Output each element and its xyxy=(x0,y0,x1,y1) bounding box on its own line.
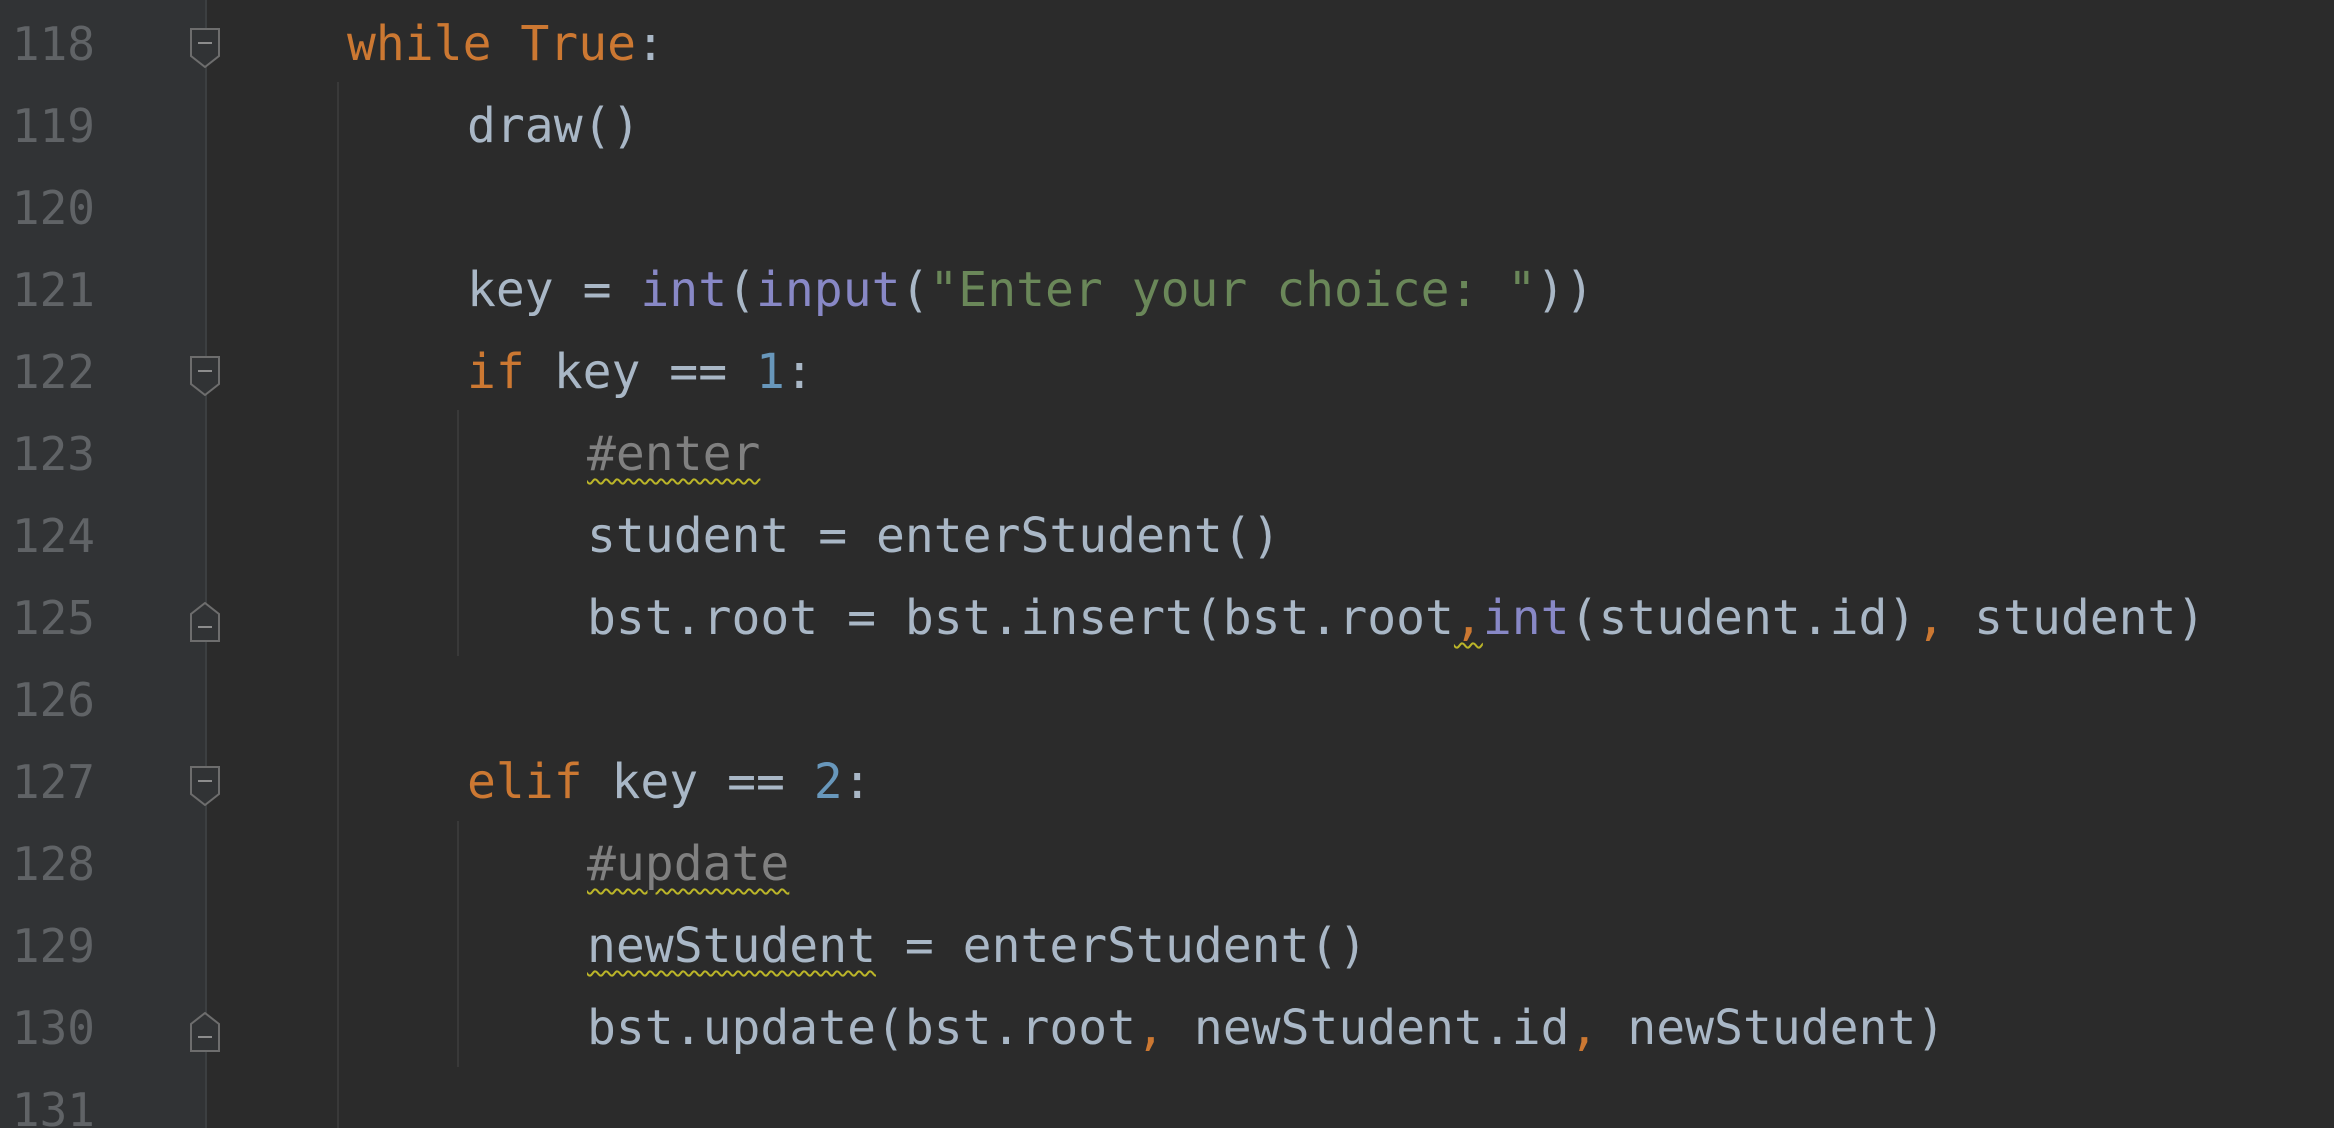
code-line[interactable]: 119 draw() xyxy=(0,85,2334,167)
fold-close-icon[interactable] xyxy=(190,1008,220,1052)
code-token: )) xyxy=(1536,262,1595,318)
code-line[interactable]: 124 student = enterStudent() xyxy=(0,495,2334,577)
code-line[interactable]: 129 newStudent = enterStudent() xyxy=(0,905,2334,987)
code-line[interactable]: 121 key = int(input("Enter your choice: "… xyxy=(0,249,2334,331)
code-token: elif xyxy=(467,754,583,810)
code-text: elif key == 2: xyxy=(467,741,872,823)
line-number: 118 xyxy=(11,17,95,71)
line-number: 128 xyxy=(11,837,95,891)
line-number: 131 xyxy=(11,1083,95,1128)
fold-open-icon[interactable] xyxy=(190,352,220,397)
code-token: True xyxy=(520,16,636,72)
code-token: , xyxy=(1916,590,1946,646)
code-token: while xyxy=(347,16,492,72)
code-token: : xyxy=(784,344,814,400)
code-text: while True: xyxy=(347,3,665,85)
code-token: 1 xyxy=(755,344,785,400)
code-text: key = int(input("Enter your choice: ")) xyxy=(467,249,1594,331)
line-number: 122 xyxy=(11,345,95,399)
code-line[interactable]: 125 bst.root = bst.insert(bst.root,int(st… xyxy=(0,577,2334,659)
code-token: = enterStudent() xyxy=(875,918,1368,974)
code-token: : xyxy=(842,754,872,810)
code-text: newStudent = enterStudent() xyxy=(587,905,1367,987)
line-number: 120 xyxy=(11,181,95,235)
fold-open-icon[interactable] xyxy=(190,762,220,807)
code-token: ( xyxy=(727,262,756,318)
code-token: int xyxy=(640,262,728,318)
code-line[interactable]: 122 if key == 1: xyxy=(0,331,2334,413)
code-text: bst.update(bst.root, newStudent.id, newS… xyxy=(587,987,1945,1069)
code-token: key == xyxy=(524,344,756,400)
code-token: int xyxy=(1482,590,1570,646)
code-token: student) xyxy=(1945,590,2206,646)
code-line[interactable]: 118 while True: xyxy=(0,3,2334,85)
code-token: , xyxy=(1136,1000,1165,1056)
code-text: draw() xyxy=(467,85,640,167)
code-token: key == xyxy=(582,754,814,810)
fold-open-icon[interactable] xyxy=(190,24,220,69)
code-token: #enter xyxy=(587,426,761,482)
line-number: 129 xyxy=(11,919,95,973)
code-token: , xyxy=(1453,590,1483,646)
line-number: 119 xyxy=(11,99,95,153)
code-token: (student.id) xyxy=(1569,590,1917,646)
code-text: student = enterStudent() xyxy=(587,495,1281,577)
code-text: #enter xyxy=(587,413,760,495)
code-token: 2 xyxy=(813,754,843,810)
code-token: bst.root = bst.insert(bst.root xyxy=(587,590,1454,646)
line-number: 121 xyxy=(11,263,95,317)
code-token: if xyxy=(467,344,525,400)
code-token: newStudent) xyxy=(1598,1000,1946,1056)
code-token: draw() xyxy=(467,98,641,154)
code-token: input xyxy=(756,262,901,318)
code-token: newStudent xyxy=(587,918,876,974)
code-token: , xyxy=(1569,1000,1599,1056)
line-number: 126 xyxy=(11,673,95,727)
code-line[interactable]: 130 bst.update(bst.root, newStudent.id, n… xyxy=(0,987,2334,1069)
code-text: #update xyxy=(587,823,789,905)
line-number: 123 xyxy=(11,427,95,481)
code-line[interactable]: 126 xyxy=(0,659,2334,741)
fold-close-icon[interactable] xyxy=(190,598,220,642)
code-token: : xyxy=(636,16,665,72)
line-number: 125 xyxy=(11,591,95,645)
code-token: ( xyxy=(900,262,930,318)
code-line[interactable]: 120 xyxy=(0,167,2334,249)
code-token: student = enterStudent() xyxy=(587,508,1281,564)
code-line[interactable]: 123 #enter xyxy=(0,413,2334,495)
line-number: 127 xyxy=(11,755,95,809)
code-token: key = xyxy=(467,262,641,318)
code-text: bst.root = bst.insert(bst.root,int(stude… xyxy=(587,577,2205,659)
line-number: 124 xyxy=(11,509,95,563)
code-editor[interactable]: 118 while True: 119 draw() 120 121 key = int(i… xyxy=(0,0,2334,1128)
code-line[interactable]: 128 #update xyxy=(0,823,2334,905)
code-token: newStudent.id xyxy=(1164,1000,1570,1056)
code-line[interactable]: 127 elif key == 2: xyxy=(0,741,2334,823)
code-token: "Enter your choice: " xyxy=(929,262,1537,318)
code-token: bst.update(bst.root xyxy=(587,1000,1137,1056)
line-number: 130 xyxy=(11,1001,95,1055)
code-line[interactable]: 131 xyxy=(0,1069,2334,1128)
code-text: if key == 1: xyxy=(467,331,814,413)
code-token: #update xyxy=(587,836,790,892)
